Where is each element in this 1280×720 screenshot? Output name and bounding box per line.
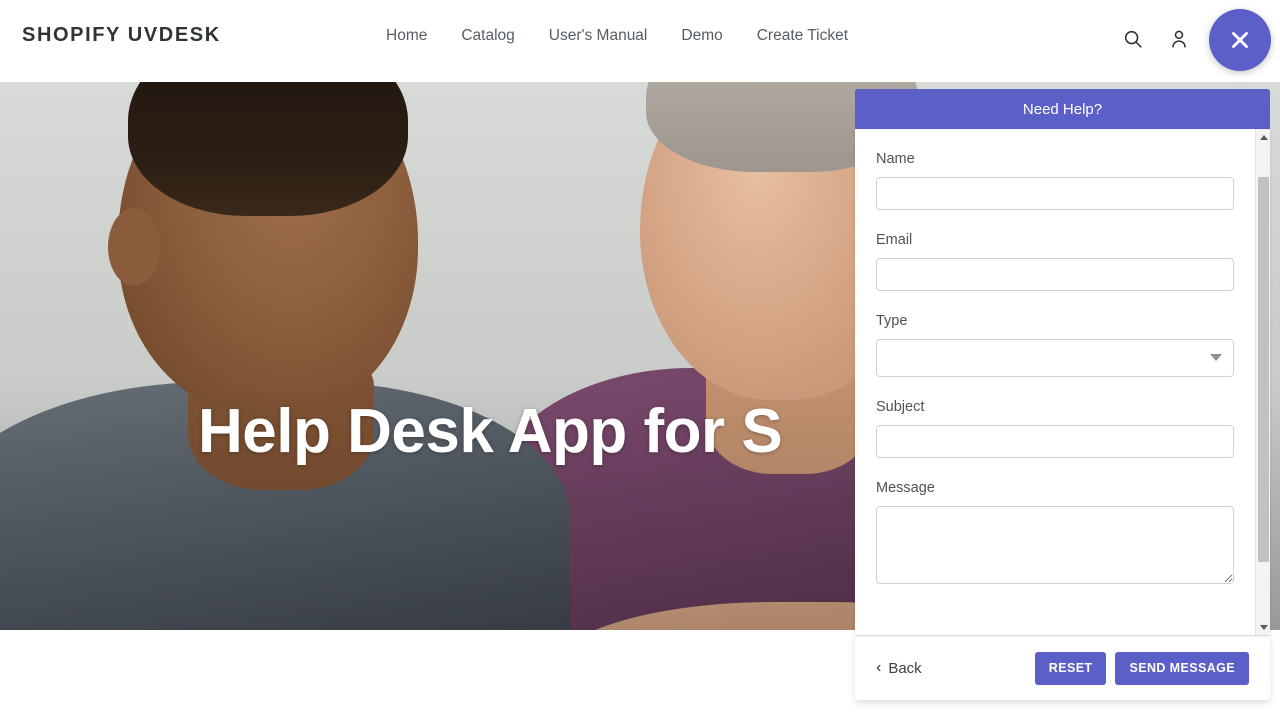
- field-email: Email: [876, 232, 1248, 291]
- nav-item-users-manual[interactable]: User's Manual: [532, 25, 665, 47]
- field-name: Name: [876, 151, 1248, 210]
- field-message: Message: [876, 480, 1248, 589]
- message-label: Message: [876, 480, 935, 496]
- scroll-up-arrow-icon[interactable]: [1256, 129, 1270, 145]
- search-icon[interactable]: [1116, 22, 1150, 56]
- brand-logo[interactable]: SHOPIFY UVDESK: [22, 24, 221, 47]
- support-widget: Need Help? Name Email Type Subject Messa…: [855, 89, 1270, 700]
- widget-title: Need Help?: [855, 89, 1270, 129]
- widget-scrollbar[interactable]: [1255, 129, 1270, 635]
- widget-footer: ‹ Back RESET SEND MESSAGE: [855, 635, 1270, 700]
- scrollbar-thumb[interactable]: [1258, 177, 1269, 562]
- subject-input[interactable]: [876, 425, 1234, 458]
- type-label: Type: [876, 313, 908, 329]
- widget-form: Name Email Type Subject Message: [855, 129, 1270, 635]
- subject-label: Subject: [876, 399, 925, 415]
- type-select[interactable]: [876, 339, 1234, 377]
- send-message-button[interactable]: SEND MESSAGE: [1115, 651, 1249, 685]
- nav-item-catalog[interactable]: Catalog: [444, 25, 531, 47]
- close-icon[interactable]: [1209, 9, 1271, 71]
- page-root: SHOPIFY UVDESK Home Catalog User's Manua…: [0, 0, 1280, 720]
- email-input[interactable]: [876, 258, 1234, 291]
- chevron-left-icon: ‹: [876, 659, 882, 676]
- nav-item-create-ticket[interactable]: Create Ticket: [740, 25, 865, 47]
- scroll-down-arrow-icon[interactable]: [1256, 619, 1270, 635]
- field-subject: Subject: [876, 399, 1248, 458]
- message-textarea[interactable]: [876, 506, 1234, 584]
- name-label: Name: [876, 151, 915, 167]
- field-type: Type: [876, 313, 1248, 377]
- back-label: Back: [888, 659, 922, 677]
- email-label: Email: [876, 232, 913, 248]
- footer-actions: RESET SEND MESSAGE: [1034, 651, 1249, 685]
- hero-title: Help Desk App for S: [198, 397, 783, 466]
- name-input[interactable]: [876, 177, 1234, 210]
- nav-item-demo[interactable]: Demo: [664, 25, 739, 47]
- back-button[interactable]: ‹ Back: [876, 660, 922, 677]
- user-account-icon[interactable]: [1162, 22, 1196, 56]
- nav-item-home[interactable]: Home: [386, 25, 444, 47]
- site-header: SHOPIFY UVDESK Home Catalog User's Manua…: [0, 0, 1280, 82]
- main-navigation: Home Catalog User's Manual Demo Create T…: [386, 25, 865, 47]
- reset-button[interactable]: RESET: [1034, 651, 1107, 685]
